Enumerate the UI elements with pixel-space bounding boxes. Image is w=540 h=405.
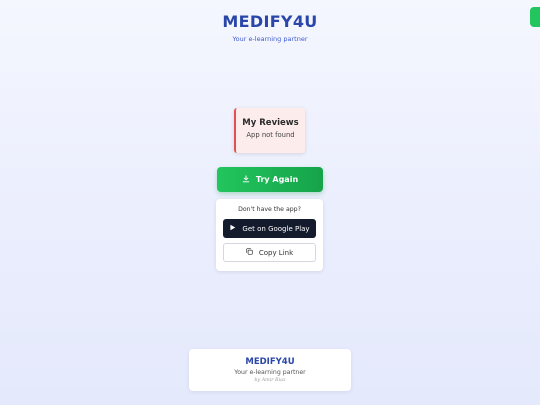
page-title: MEDIFY4U [222, 12, 318, 31]
footer-byline: by Amir Riaz [254, 378, 286, 383]
copy-link-label: Copy Link [258, 248, 294, 257]
error-card: My Reviews App not found [234, 108, 305, 153]
play-icon [229, 224, 236, 233]
copy-icon [246, 248, 253, 257]
footer-title: MEDIFY4U [245, 357, 295, 367]
error-message: App not found [246, 131, 295, 139]
footer-card: MEDIFY4U Your e-learning partner by Amir… [189, 349, 351, 391]
download-icon [242, 174, 250, 185]
brand-header: MEDIFY4U Your e-learning partner [0, 12, 540, 43]
google-play-label: Get on Google Play [242, 224, 310, 233]
page-tagline: Your e-learning partner [232, 35, 308, 43]
try-again-label: Try Again [255, 175, 299, 184]
footer-tagline: Your e-learning partner [234, 369, 306, 376]
get-app-question: Don't have the app? [238, 206, 301, 213]
google-play-button[interactable]: Get on Google Play [223, 219, 316, 238]
get-app-card: Don't have the app? Get on Google Play C… [216, 199, 323, 271]
try-again-button[interactable]: Try Again [217, 167, 323, 192]
copy-link-button[interactable]: Copy Link [223, 243, 316, 262]
error-title: My Reviews [242, 118, 299, 128]
